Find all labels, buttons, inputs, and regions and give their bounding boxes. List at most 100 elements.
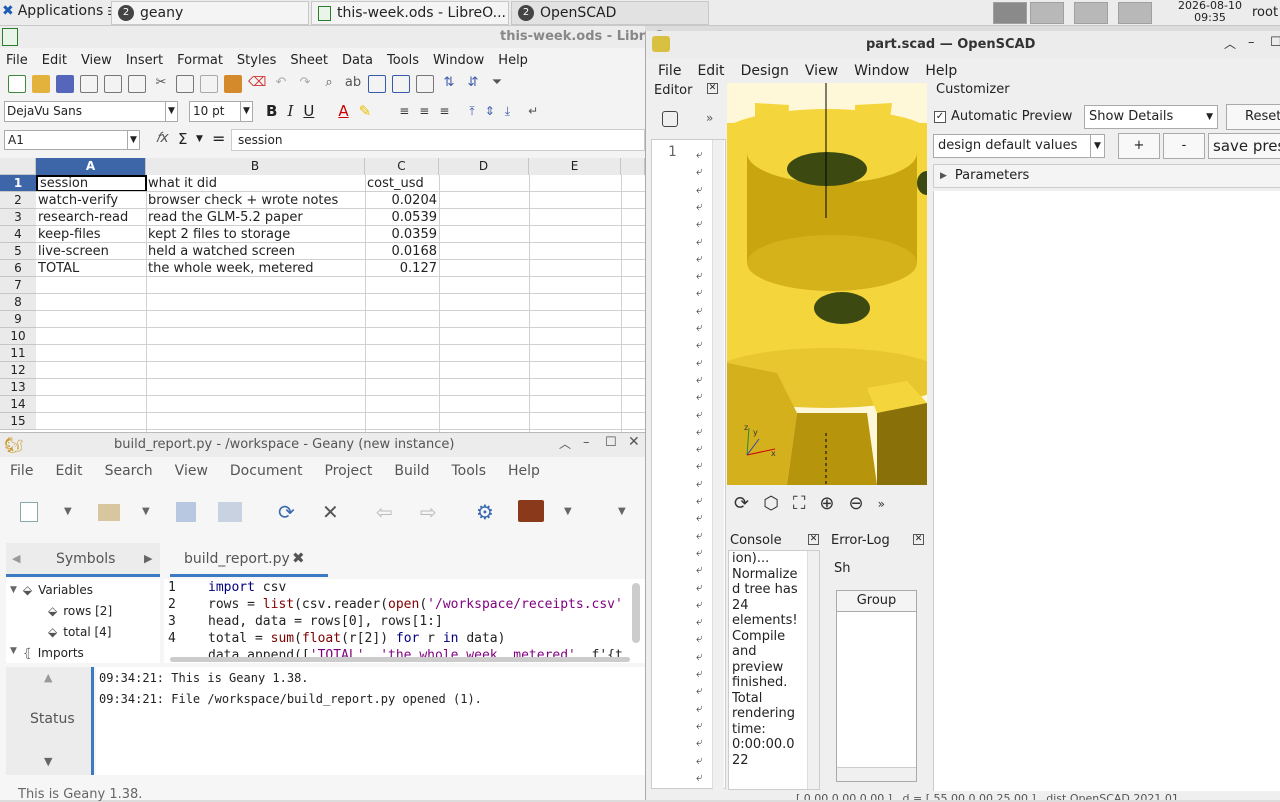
calc-menu-tools[interactable]: Tools bbox=[387, 53, 419, 68]
geany-menu-tools[interactable]: Tools bbox=[452, 463, 487, 479]
editor-menu-icon[interactable] bbox=[662, 111, 678, 127]
font-color-icon[interactable]: A bbox=[338, 102, 348, 120]
align-bottom-icon[interactable]: ⤓ bbox=[505, 104, 510, 119]
maximize-up-icon[interactable]: ︿ bbox=[559, 435, 571, 452]
back-icon[interactable]: ⇦ bbox=[376, 500, 393, 524]
build-brick-icon[interactable] bbox=[518, 500, 544, 522]
col-header-d[interactable]: D bbox=[439, 158, 529, 175]
save-all-icon[interactable] bbox=[218, 502, 242, 522]
scad-menu-view[interactable]: View bbox=[805, 63, 838, 79]
formula-equals-icon[interactable]: = bbox=[212, 129, 225, 148]
scad-code-editor[interactable]: 1 ⤶ ⤶ ⤶ ⤶ ⤶ ⤶ ⤶ ⤶ ⤶ ⤶ ⤶ ⤶ ⤶ ⤶ ⤶ ⤶ ⤶ ⤶ ⤶ ⤶ ⤶ ⤶ ⤶ ⤶ ⤶ ⤶ ⤶ ⤶ ⤶ ⤶ ⤶ ⤶ ⤶ ⤶ ⤶ ⤶ ⤶ bbox=[651, 139, 726, 790]
sum-icon[interactable]: Σ bbox=[178, 130, 187, 148]
cell-b1[interactable]: what it did bbox=[146, 175, 365, 192]
close-icon[interactable]: ✕ bbox=[808, 534, 819, 545]
code-editor[interactable]: 1 2 3 4 import csv rows = list(csv.reade… bbox=[164, 579, 645, 663]
cell-a4[interactable]: keep-files bbox=[36, 226, 146, 243]
highlight-icon[interactable]: ✎ bbox=[359, 102, 372, 120]
preview-icon[interactable]: ⟳ bbox=[734, 493, 749, 514]
cell-b6[interactable]: the whole week, metered bbox=[146, 260, 365, 277]
align-top-icon[interactable]: ⤒ bbox=[469, 104, 474, 119]
task-openscad[interactable]: 2 OpenSCAD bbox=[511, 1, 709, 25]
calc-menu-format[interactable]: Format bbox=[177, 53, 223, 68]
calc-menu-view[interactable]: View bbox=[81, 53, 112, 68]
save-icon[interactable] bbox=[176, 502, 196, 522]
tab-scroll-left-icon[interactable]: ◀ bbox=[12, 552, 20, 565]
row-icon[interactable] bbox=[368, 75, 386, 93]
geany-menu-edit[interactable]: Edit bbox=[55, 463, 82, 479]
align-right-icon[interactable]: ≡ bbox=[439, 104, 449, 118]
clock[interactable]: 2026-08-10 09:35 bbox=[1170, 0, 1250, 24]
compile-icon[interactable]: ⚙ bbox=[476, 500, 494, 524]
row-header[interactable]: 8 bbox=[0, 294, 36, 311]
minimize-icon[interactable]: – bbox=[1248, 35, 1255, 50]
row-header[interactable]: 10 bbox=[0, 328, 36, 345]
calc-menu-styles[interactable]: Styles bbox=[237, 53, 276, 68]
align-middle-icon[interactable]: ⇕ bbox=[485, 104, 495, 118]
scad-menu-edit[interactable]: Edit bbox=[697, 63, 724, 79]
row-header[interactable]: 14 bbox=[0, 396, 36, 413]
open-folder-icon[interactable] bbox=[32, 75, 50, 93]
scad-editor-scrollbar[interactable] bbox=[712, 140, 724, 790]
tree-node-imports[interactable]: ▼ ⦃ Imports bbox=[10, 646, 84, 660]
errorlog-show-select[interactable]: Sh bbox=[834, 558, 862, 580]
errorlog-hscrollbar[interactable] bbox=[837, 767, 916, 781]
sort-icon[interactable] bbox=[416, 75, 434, 93]
cell-c3[interactable]: 0.0539 bbox=[365, 209, 439, 226]
sort-descending-icon[interactable]: ⇵ bbox=[464, 75, 482, 93]
col-header-f[interactable] bbox=[621, 158, 645, 175]
tree-node-variables[interactable]: ▼ ⬙ Variables bbox=[10, 583, 93, 597]
tab-scroll-right-icon[interactable]: ▶ bbox=[144, 552, 152, 565]
row-header[interactable]: 4 bbox=[0, 226, 36, 243]
paste-icon[interactable] bbox=[200, 75, 218, 93]
autofilter-icon[interactable]: ⏷ bbox=[488, 75, 506, 93]
scad-menu-design[interactable]: Design bbox=[741, 63, 789, 79]
scad-menu-file[interactable]: File bbox=[658, 63, 681, 79]
parameters-group[interactable]: ▶ Parameters bbox=[933, 164, 1280, 188]
more-icon[interactable]: » bbox=[706, 111, 713, 125]
maximize-icon[interactable]: ☐ bbox=[605, 435, 617, 450]
workspace-3[interactable] bbox=[1074, 2, 1108, 24]
row-header[interactable]: 12 bbox=[0, 362, 36, 379]
column-icon[interactable] bbox=[392, 75, 410, 93]
calc-menu-data[interactable]: Data bbox=[342, 53, 373, 68]
cell-b2[interactable]: browser check + wrote notes bbox=[146, 192, 365, 209]
task-geany[interactable]: 2 geany bbox=[111, 1, 309, 25]
show-details-select[interactable]: Show Details ▼ bbox=[1084, 105, 1218, 129]
msg-tab-status[interactable]: Status bbox=[30, 711, 75, 727]
scad-menu-help[interactable]: Help bbox=[925, 63, 957, 79]
editor-vscrollbar[interactable] bbox=[632, 583, 640, 643]
geany-menu-project[interactable]: Project bbox=[324, 463, 372, 479]
maximize-up-icon[interactable]: ︿ bbox=[1224, 35, 1236, 52]
cell-a6[interactable]: TOTAL bbox=[36, 260, 146, 277]
col-header-e[interactable]: E bbox=[529, 158, 621, 175]
chevron-down-icon[interactable]: ▼ bbox=[64, 506, 72, 517]
font-name-box[interactable]: DejaVu Sans ▼ bbox=[4, 101, 178, 122]
close-tab-icon[interactable]: ✖ bbox=[292, 549, 305, 567]
view-all-icon[interactable]: ⛶ bbox=[793, 493, 806, 514]
calc-menu-window[interactable]: Window bbox=[433, 53, 484, 68]
cell-b5[interactable]: held a watched screen bbox=[146, 243, 365, 260]
cell-c6[interactable]: 0.127 bbox=[365, 260, 439, 277]
task-libreoffice[interactable]: this-week.ods - LibreO... bbox=[311, 1, 509, 25]
align-left-icon[interactable]: ≡ bbox=[399, 104, 409, 118]
close-icon[interactable]: ✕ bbox=[707, 83, 718, 94]
cell-b4[interactable]: kept 2 files to storage bbox=[146, 226, 365, 243]
chevron-down-icon[interactable]: ▼ bbox=[44, 755, 52, 768]
new-doc-icon[interactable] bbox=[8, 75, 26, 93]
reset-button[interactable]: Reset bbox=[1226, 104, 1280, 130]
calc-menu-edit[interactable]: Edit bbox=[42, 53, 67, 68]
geany-menu-document[interactable]: Document bbox=[230, 463, 303, 479]
close-icon[interactable]: ✕ bbox=[913, 534, 924, 545]
geany-menu-file[interactable]: File bbox=[10, 463, 33, 479]
formula-input[interactable]: session bbox=[231, 129, 645, 151]
tree-node-rows[interactable]: ⬙ rows [2] bbox=[48, 604, 112, 618]
undo-icon[interactable]: ↶ bbox=[272, 75, 290, 93]
close-file-icon[interactable]: ✕ bbox=[322, 500, 339, 524]
col-header-a[interactable]: A bbox=[36, 158, 146, 175]
geany-menu-view[interactable]: View bbox=[175, 463, 208, 479]
geany-menu-build[interactable]: Build bbox=[394, 463, 429, 479]
more-icon[interactable]: » bbox=[878, 497, 885, 511]
find-replace-icon[interactable]: ⌕ bbox=[320, 75, 338, 93]
calc-menu-file[interactable]: File bbox=[6, 53, 28, 68]
